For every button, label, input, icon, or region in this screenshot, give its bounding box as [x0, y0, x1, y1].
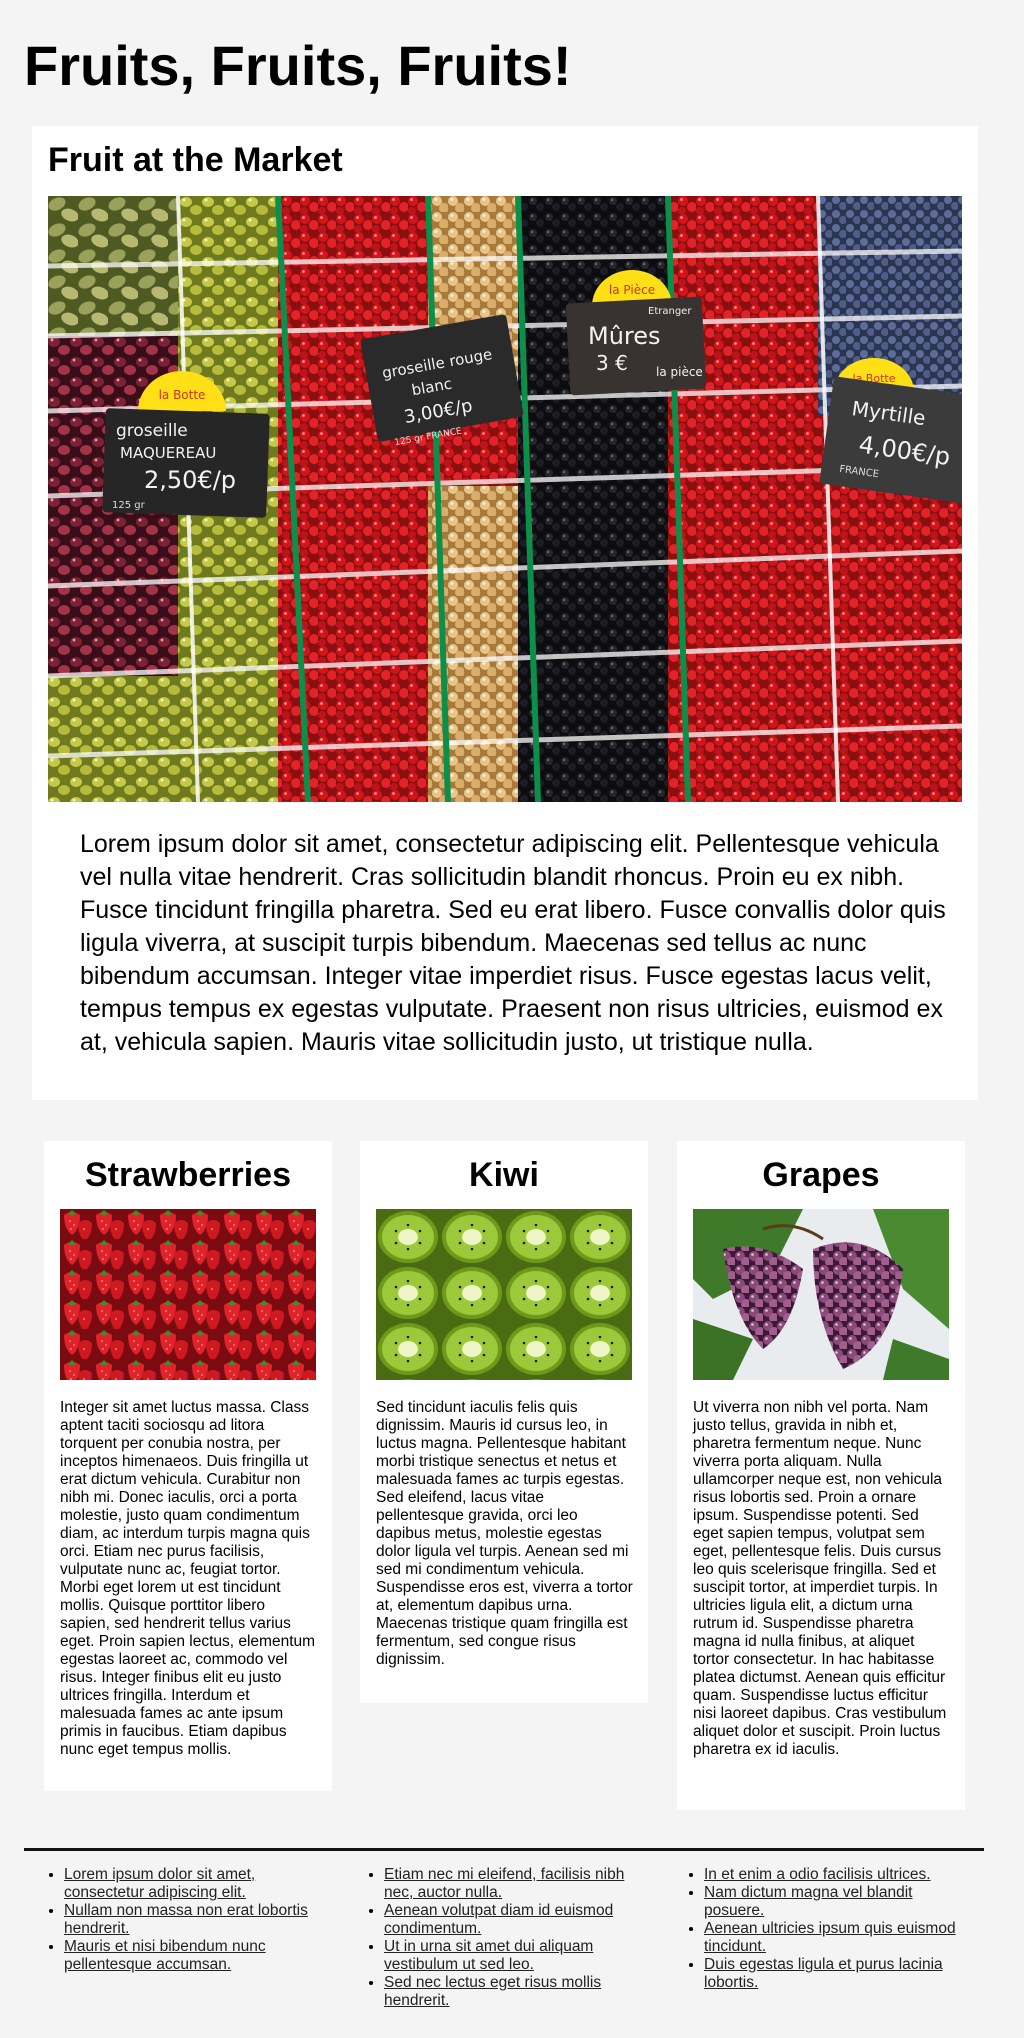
svg-text:Mûres: Mûres	[588, 322, 661, 350]
fruit-card-description: Ut viverra non nibh vel porta. Nam justo…	[693, 1399, 947, 1758]
grapes-image	[693, 1209, 949, 1380]
list-item: Ut in urna sit amet dui aliquam vestibul…	[384, 1938, 644, 1974]
fruit-card-grapes: Grapes Ut viverra non nibh vel porta. Na…	[677, 1141, 965, 1810]
footer-divider	[24, 1848, 984, 1851]
svg-text:la Pièce: la Pièce	[609, 283, 655, 297]
kiwi-image	[376, 1209, 632, 1380]
market-heading: Fruit at the Market	[48, 141, 343, 179]
footer-link[interactable]: Sed nec lectus eget risus mollis hendrer…	[384, 1974, 601, 2009]
list-item: Lorem ipsum dolor sit amet, consectetur …	[64, 1866, 324, 1902]
footer-link[interactable]: Aenean volutpat diam id euismod condimen…	[384, 1902, 613, 1937]
footer-links-column-3: In et enim a odio facilisis ultrices. Na…	[664, 1866, 964, 1992]
svg-text:125 gr: 125 gr	[112, 500, 146, 511]
footer-link[interactable]: Aenean ultricies ipsum quis euismod tinc…	[704, 1920, 956, 1955]
svg-text:MAQUEREAU: MAQUEREAU	[120, 444, 216, 462]
page: Fruits, Fruits, Fruits! Fruit at the Mar…	[0, 0, 1024, 2038]
footer-link[interactable]: Ut in urna sit amet dui aliquam vestibul…	[384, 1938, 593, 1973]
svg-text:la Botte: la Botte	[159, 388, 206, 402]
svg-text:3 €: 3 €	[596, 351, 628, 375]
footer-link[interactable]: Lorem ipsum dolor sit amet, consectetur …	[64, 1866, 255, 1901]
footer-link[interactable]: In et enim a odio facilisis ultrices.	[704, 1866, 931, 1883]
svg-text:2,50€/p: 2,50€/p	[144, 466, 236, 494]
list-item: Duis egestas ligula et purus lacinia lob…	[704, 1956, 964, 1992]
footer-link[interactable]: Duis egestas ligula et purus lacinia lob…	[704, 1956, 943, 1991]
fruit-card-title: Kiwi	[469, 1156, 539, 1194]
market-section: Fruit at the Market la Botte groseille M…	[32, 126, 978, 1100]
fruit-card-title: Strawberries	[85, 1156, 291, 1194]
svg-text:Etranger: Etranger	[648, 306, 692, 317]
market-description: Lorem ipsum dolor sit amet, consectetur …	[80, 830, 946, 1056]
list-item: Nam dictum magna vel blandit posuere.	[704, 1884, 964, 1920]
list-item: Sed nec lectus eget risus mollis hendrer…	[384, 1974, 644, 2010]
list-item: Aenean volutpat diam id euismod condimen…	[384, 1902, 644, 1938]
footer-link[interactable]: Mauris et nisi bibendum nunc pellentesqu…	[64, 1938, 266, 1973]
fruit-card-title: Grapes	[762, 1156, 880, 1194]
footer-link[interactable]: Nam dictum magna vel blandit posuere.	[704, 1884, 913, 1919]
list-item: Mauris et nisi bibendum nunc pellentesqu…	[64, 1938, 324, 1974]
page-title: Fruits, Fruits, Fruits!	[24, 34, 572, 97]
svg-text:groseille: groseille	[116, 421, 188, 441]
list-item: Etiam nec mi eleifend, facilisis nibh ne…	[384, 1866, 644, 1902]
list-item: In et enim a odio facilisis ultrices.	[704, 1866, 964, 1884]
fruit-card-kiwi: Kiwi Sed tincidunt iaculis felis quis di…	[360, 1141, 648, 1703]
market-image: la Botte groseille MAQUEREAU 2,50€/p 125…	[48, 196, 962, 802]
fruit-card-description: Sed tincidunt iaculis felis quis digniss…	[376, 1399, 633, 1668]
list-item: Nullam non massa non erat lobortis hendr…	[64, 1902, 324, 1938]
footer-link[interactable]: Nullam non massa non erat lobortis hendr…	[64, 1902, 308, 1937]
footer-links-column-1: Lorem ipsum dolor sit amet, consectetur …	[24, 1866, 324, 1974]
fruit-card-description: Integer sit amet luctus massa. Class apt…	[60, 1399, 316, 1758]
list-item: Aenean ultricies ipsum quis euismod tinc…	[704, 1920, 964, 1956]
footer-links-column-2: Etiam nec mi eleifend, facilisis nibh ne…	[344, 1866, 644, 2010]
svg-text:la pièce: la pièce	[656, 365, 703, 379]
fruit-card-strawberries: Strawberries Integer sit amet luctus mas…	[44, 1141, 332, 1791]
footer-link[interactable]: Etiam nec mi eleifend, facilisis nibh ne…	[384, 1866, 624, 1901]
strawberries-image	[60, 1209, 316, 1380]
